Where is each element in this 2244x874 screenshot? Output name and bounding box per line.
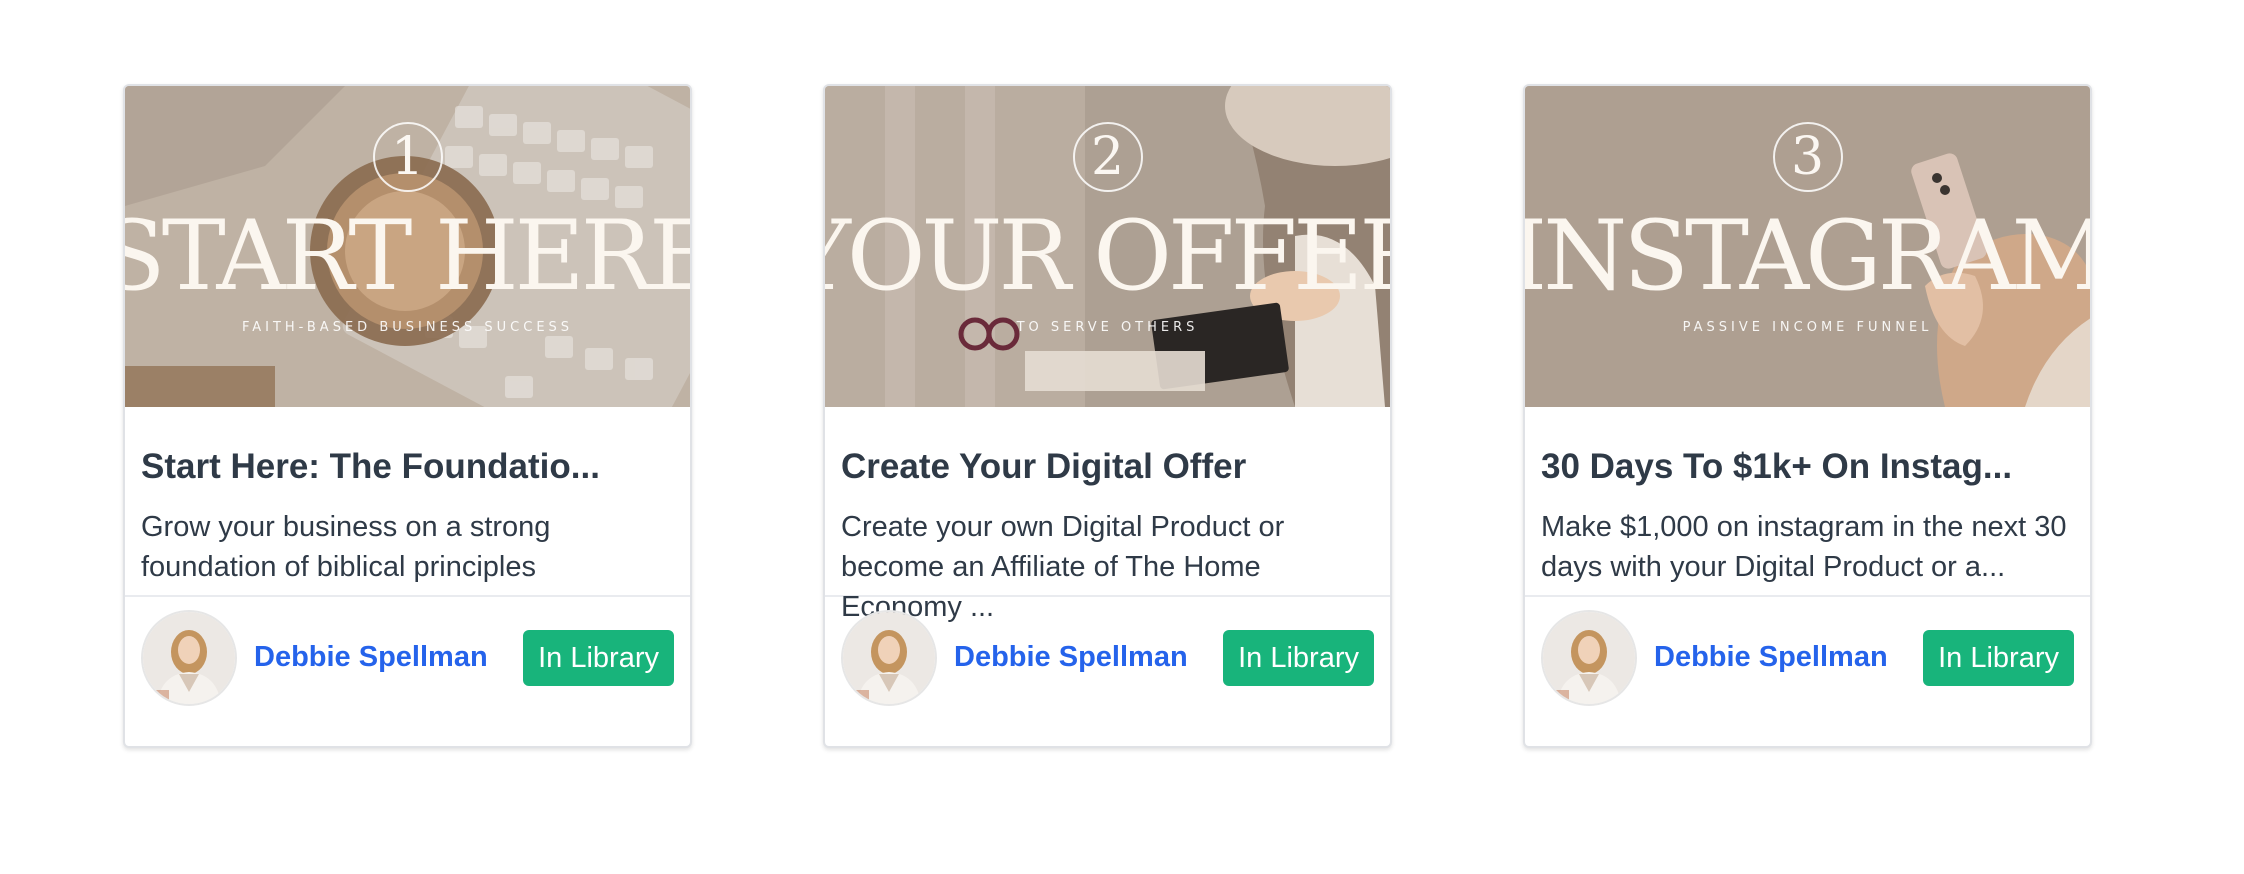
course-grid: 1 START HERE FAITH-BASED BUSINESS SUCCES…: [123, 84, 2092, 748]
thumbnail-subtitle: TO SERVE OTHERS: [1016, 320, 1199, 335]
author-avatar: [1541, 609, 1637, 706]
card-body: 30 Days To $1k+ On Instag... Make $1,000…: [1525, 407, 2090, 597]
thumbnail-overlay: 2 YOUR OFFER TO SERVE OTHERS: [825, 86, 1390, 407]
card-footer: Debbie Spellman In Library: [825, 597, 1390, 718]
thumbnail-title: YOUR OFFER: [825, 200, 1390, 312]
in-library-badge[interactable]: In Library: [1923, 629, 2074, 686]
author-link[interactable]: Debbie Spellman: [954, 641, 1188, 674]
author-avatar: [141, 609, 237, 706]
module-number: 3: [1772, 122, 1843, 192]
course-title[interactable]: 30 Days To $1k+ On Instag...: [1541, 447, 2074, 487]
course-thumbnail[interactable]: 1 START HERE FAITH-BASED BUSINESS SUCCES…: [125, 86, 690, 407]
course-description: Make $1,000 on instagram in the next 30 …: [1541, 511, 2067, 583]
thumbnail-overlay: 3 INSTAGRAM PASSIVE INCOME FUNNEL: [1525, 86, 2090, 407]
thumbnail-title: INSTAGRAM: [1525, 200, 2090, 312]
thumbnail-overlay: 1 START HERE FAITH-BASED BUSINESS SUCCES…: [125, 86, 690, 407]
module-number: 2: [1072, 122, 1143, 192]
course-title[interactable]: Start Here: The Foundatio...: [141, 447, 674, 487]
card-footer: Debbie Spellman In Library: [1525, 597, 2090, 718]
course-title[interactable]: Create Your Digital Offer: [841, 447, 1374, 487]
card-body: Start Here: The Foundatio... Grow your b…: [125, 407, 690, 597]
author-link[interactable]: Debbie Spellman: [254, 641, 488, 674]
course-thumbnail[interactable]: 3 INSTAGRAM PASSIVE INCOME FUNNEL: [1525, 86, 2090, 407]
author-link[interactable]: Debbie Spellman: [1654, 641, 1888, 674]
card-footer: Debbie Spellman In Library: [125, 597, 690, 718]
course-thumbnail[interactable]: 2 YOUR OFFER TO SERVE OTHERS: [825, 86, 1390, 407]
course-card[interactable]: 1 START HERE FAITH-BASED BUSINESS SUCCES…: [123, 84, 692, 748]
module-number: 1: [372, 122, 443, 192]
author-avatar: [841, 609, 937, 706]
thumbnail-title: START HERE: [125, 200, 690, 312]
course-card[interactable]: 2 YOUR OFFER TO SERVE OTHERS Create Your…: [823, 84, 1392, 748]
course-description: Grow your business on a strong foundatio…: [141, 511, 551, 583]
thumbnail-subtitle: PASSIVE INCOME FUNNEL: [1682, 320, 1933, 335]
card-body: Create Your Digital Offer Create your ow…: [825, 407, 1390, 623]
course-card[interactable]: 3 INSTAGRAM PASSIVE INCOME FUNNEL 30 Day…: [1523, 84, 2092, 748]
in-library-badge[interactable]: In Library: [523, 629, 674, 686]
in-library-badge[interactable]: In Library: [1223, 629, 1374, 686]
thumbnail-subtitle: FAITH-BASED BUSINESS SUCCESS: [241, 320, 574, 335]
